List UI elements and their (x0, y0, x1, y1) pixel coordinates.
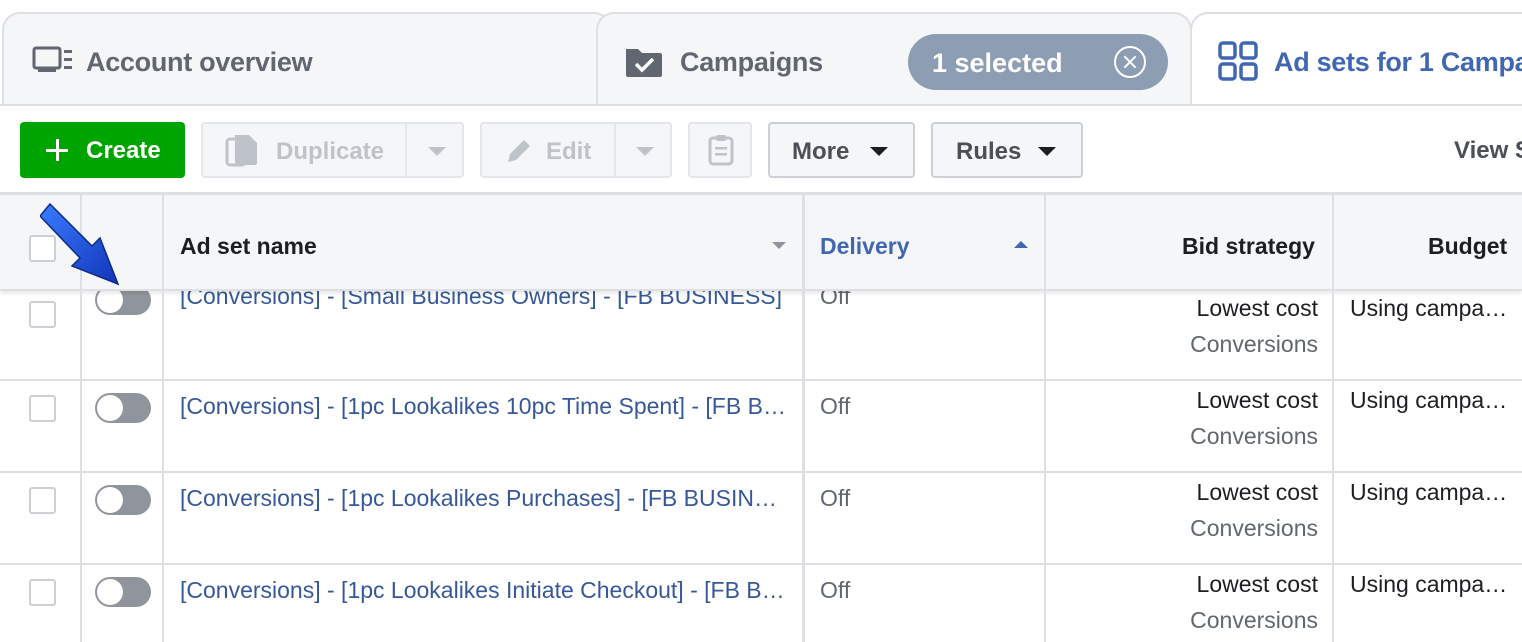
sort-up-icon[interactable] (1014, 241, 1028, 248)
divider (405, 124, 407, 176)
row-checkbox[interactable] (29, 395, 56, 422)
bid-strategy: Lowest cost (1196, 571, 1318, 597)
row-checkbox[interactable] (29, 487, 56, 514)
delivery-status: Off (820, 485, 851, 511)
chevron-down-icon (870, 147, 888, 156)
budget-value: Using campaign budget (1350, 295, 1510, 321)
toggle-knob (97, 579, 123, 605)
tab-campaigns-label: Campaigns (680, 47, 823, 77)
more-button[interactable]: More (768, 122, 915, 178)
bid-strategy: Lowest cost (1196, 479, 1318, 505)
table-row: [Conversions] - [Small Business Owners] … (0, 283, 1522, 381)
column-divider[interactable] (1044, 195, 1046, 642)
table-row: [Conversions] - [1pc Lookalikes Purchase… (0, 473, 1522, 565)
tab-account-overview[interactable]: Account overview (2, 12, 612, 104)
tab-ad-sets[interactable]: Ad sets for 1 Campaign (1190, 12, 1522, 104)
budget-value: Using campaign budget (1350, 479, 1510, 505)
clipboard-icon (708, 134, 734, 173)
create-button[interactable]: Create (20, 122, 185, 178)
bid-strategy-goal: Conversions (1190, 607, 1318, 633)
duplicate-label: Duplicate (276, 138, 385, 165)
column-header-delivery[interactable]: Delivery (820, 233, 910, 260)
ad-set-name-link[interactable]: [Conversions] - [1pc Lookalikes 10pc Tim… (180, 393, 786, 420)
table-row: [Conversions] - [1pc Lookalikes Initiate… (0, 565, 1522, 642)
row-checkbox[interactable] (29, 301, 56, 328)
divider (614, 124, 616, 176)
toggle-knob (97, 395, 123, 421)
clear-selection-icon[interactable] (1114, 46, 1146, 78)
budget-value: Using campaign budget (1350, 571, 1510, 597)
paste-button[interactable] (688, 122, 752, 178)
bid-strategy: Lowest cost (1196, 295, 1318, 321)
tab-account-overview-label: Account overview (86, 47, 313, 77)
row-checkbox[interactable] (29, 579, 56, 606)
chevron-down-icon[interactable] (636, 147, 654, 156)
rules-label: Rules (956, 138, 1022, 165)
more-label: More (792, 138, 850, 165)
edit-label: Edit (546, 138, 592, 165)
bid-strategy-goal: Conversions (1190, 515, 1318, 541)
toolbar: Create Duplicate Edit More Rules View (0, 104, 1522, 192)
delivery-status: Off (820, 393, 851, 419)
view-setup-link[interactable]: View Setup (1454, 137, 1522, 165)
account-overview-icon (32, 46, 76, 81)
column-divider (162, 195, 164, 642)
column-header-budget[interactable]: Budget (1428, 233, 1507, 260)
ad-set-toggle[interactable] (95, 485, 151, 515)
toggle-knob (97, 487, 123, 513)
edit-button[interactable]: Edit (480, 122, 672, 178)
column-header-name[interactable]: Ad set name (180, 233, 317, 260)
tab-ad-sets-label: Ad sets for 1 Campaign (1274, 47, 1522, 77)
tab-bar: Account overview Campaigns 1 selected Ad… (0, 0, 1522, 104)
duplicate-button[interactable]: Duplicate (201, 122, 464, 178)
column-header-bid-strategy[interactable]: Bid strategy (1182, 233, 1315, 260)
table-header: Ad set name Delivery Bid strategy Budget (0, 195, 1522, 291)
arrow-pointer-icon (38, 192, 130, 297)
column-divider[interactable] (802, 195, 805, 642)
ad-set-name-link[interactable]: [Conversions] - [1pc Lookalikes Initiate… (180, 577, 786, 604)
table-body: [Conversions] - [Small Business Owners] … (0, 283, 1522, 642)
budget-value: Using campaign budget (1350, 387, 1510, 413)
column-divider[interactable] (1332, 195, 1334, 642)
ad-sets-table: Ad set name Delivery Bid strategy Budget… (0, 192, 1522, 642)
duplicate-icon (223, 133, 263, 176)
selection-pill: 1 selected (908, 34, 1168, 90)
ad-set-toggle[interactable] (95, 577, 151, 607)
chevron-down-icon (1038, 147, 1056, 156)
bid-strategy-goal: Conversions (1190, 423, 1318, 449)
grid-icon (1218, 41, 1258, 86)
create-label: Create (86, 137, 161, 164)
ad-set-toggle[interactable] (95, 393, 151, 423)
pencil-icon (504, 136, 534, 173)
sort-down-icon[interactable] (772, 242, 786, 249)
chevron-down-icon[interactable] (428, 147, 446, 156)
table-row: [Conversions] - [1pc Lookalikes 10pc Tim… (0, 381, 1522, 473)
bid-strategy: Lowest cost (1196, 387, 1318, 413)
plus-icon (46, 139, 68, 161)
bid-strategy-goal: Conversions (1190, 331, 1318, 357)
selection-count: 1 selected (932, 48, 1063, 78)
delivery-status: Off (820, 577, 851, 603)
folder-check-icon (624, 43, 664, 84)
ad-set-name-link[interactable]: [Conversions] - [1pc Lookalikes Purchase… (180, 485, 786, 512)
tab-campaigns[interactable]: Campaigns 1 selected (596, 12, 1192, 104)
rules-button[interactable]: Rules (931, 122, 1083, 178)
